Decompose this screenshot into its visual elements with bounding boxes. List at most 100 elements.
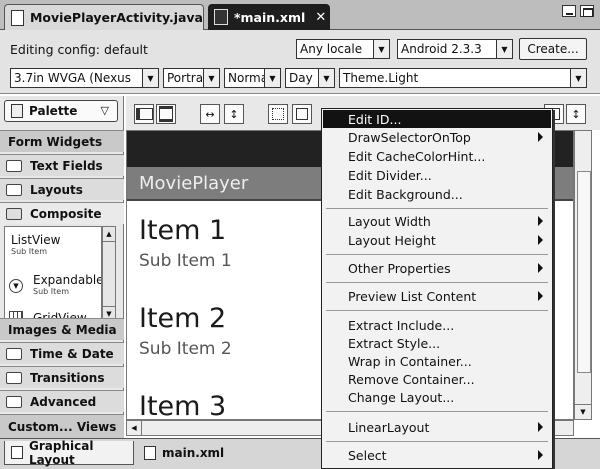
tab-main-xml[interactable]: *main.xml ✕ [208, 4, 330, 30]
xml-file-icon [214, 9, 228, 25]
close-icon[interactable]: ✕ [315, 10, 326, 25]
scroll-down-icon[interactable]: ▼ [575, 404, 591, 419]
density-select[interactable]: Norma ▼ [224, 68, 281, 88]
menu-item-label: Edit ID... [348, 111, 402, 127]
orientation-select[interactable]: Portra ▼ [163, 68, 220, 88]
editor-tab-strip: MoviePlayerActivity.java *main.xml ✕ [0, 0, 600, 30]
menu-item-remove-container[interactable]: Remove Container... [323, 370, 551, 388]
minimize-icon[interactable] [562, 5, 576, 17]
tab-main-xml-source[interactable]: main.xml [140, 441, 230, 465]
maximize-icon[interactable] [580, 5, 594, 17]
palette-category-time-date[interactable]: Time & Date [0, 342, 124, 364]
menu-item-edit-id[interactable]: Edit ID... [323, 110, 551, 128]
widget-expandable-listview[interactable]: ▼ Expandable Sub Item [9, 273, 101, 296]
folder-icon [6, 395, 22, 408]
editing-config-label: Editing config: default [10, 42, 148, 57]
java-file-icon [11, 9, 24, 26]
locale-select[interactable]: Any locale ▼ [296, 39, 390, 59]
palette-category-layouts[interactable]: Layouts [0, 178, 124, 200]
menu-item-label: Wrap in Container... [348, 353, 472, 369]
menu-separator [326, 411, 548, 412]
chevron-down-icon: ▼ [570, 69, 586, 87]
chevron-down-icon: ▼ [496, 40, 512, 58]
layout-horizontal-icon[interactable] [134, 104, 154, 124]
palette-panel: Palette ▽ Form Widgets Text Fields Layou… [0, 96, 124, 438]
widget-label: ListView [11, 233, 61, 247]
submenu-arrow-icon [538, 450, 543, 460]
menu-item-label: Edit CacheColorHint... [348, 148, 486, 164]
device-value: 3.7in WVGA (Nexus [14, 71, 132, 85]
palette-category-advanced[interactable]: Advanced [0, 390, 124, 412]
fill-height-icon[interactable]: ↕ [224, 104, 244, 124]
fill-width-icon[interactable]: ↔ [200, 104, 220, 124]
widget-sublabel: Sub Item [11, 247, 47, 256]
list-item-title: Item 3 [139, 391, 227, 420]
scroll-left-icon[interactable]: ◀ [127, 421, 142, 435]
scroll-up-icon[interactable]: ▲ [103, 227, 115, 242]
theme-select[interactable]: Theme.Light ▼ [339, 68, 587, 88]
create-config-button[interactable]: Create... [519, 38, 587, 60]
scroll-thumb[interactable] [577, 171, 591, 373]
submenu-arrow-icon [538, 291, 543, 301]
chevron-down-icon: ▼ [142, 69, 158, 87]
menu-separator [326, 310, 548, 311]
palette-category-composite[interactable]: Composite [0, 202, 124, 224]
menu-item-change-layout[interactable]: Change Layout... [323, 388, 551, 406]
locale-value: Any locale [300, 42, 363, 56]
menu-item-label: Layout Width [348, 213, 431, 229]
palette-icon [11, 104, 23, 118]
widget-listview[interactable]: ListView Sub Item [11, 233, 60, 256]
palette-category-images-media[interactable]: Images & Media [0, 318, 124, 340]
palette-category-form-widgets[interactable]: Form Widgets [0, 130, 124, 152]
menu-item-preview-list-content[interactable]: Preview List Content [323, 287, 551, 305]
android-version-select[interactable]: Android 2.3.3 ▼ [397, 39, 513, 59]
menu-item-label: LinearLayout [348, 419, 430, 435]
tab-movieplayeractivity-java[interactable]: MoviePlayerActivity.java [4, 4, 204, 30]
resize-vertical-icon[interactable]: ↕ [566, 104, 586, 124]
chevron-down-icon: ▼ [203, 69, 219, 87]
canvas-vertical-scrollbar[interactable]: ▼ [574, 130, 592, 420]
menu-item-draw-selector-on-top[interactable]: DrawSelectorOnTop [323, 128, 551, 146]
tab-label: *main.xml [234, 9, 306, 25]
mode-select[interactable]: Day ▼ [285, 68, 335, 88]
context-menu: Edit ID... DrawSelectorOnTop Edit CacheC… [321, 108, 553, 469]
margins-icon[interactable] [268, 104, 288, 124]
layout-icon [11, 446, 23, 459]
palette-scrollbar[interactable]: ▲ ▼ [102, 226, 116, 322]
menu-item-label: Edit Divider... [348, 167, 432, 183]
menu-item-extract-style[interactable]: Extract Style... [323, 334, 551, 352]
menu-item-edit-background[interactable]: Edit Background... [323, 185, 551, 203]
category-label: Images & Media [8, 322, 117, 337]
category-label: Text Fields [30, 158, 103, 173]
gravity-icon[interactable] [292, 104, 312, 124]
folder-icon [6, 183, 22, 196]
xml-file-icon [144, 446, 156, 460]
mode-value: Day [289, 71, 313, 85]
menu-item-wrap-in-container[interactable]: Wrap in Container... [323, 352, 551, 370]
menu-item-label: Remove Container... [348, 371, 475, 387]
menu-separator [326, 282, 548, 283]
menu-item-layout-width[interactable]: Layout Width [323, 212, 551, 230]
category-label: Time & Date [30, 346, 114, 361]
activity-title: MoviePlayer [139, 172, 249, 194]
expand-circle-icon: ▼ [9, 279, 23, 293]
tab-graphical-layout[interactable]: Graphical Layout [4, 439, 134, 467]
menu-item-layout-height[interactable]: Layout Height [323, 231, 551, 249]
menu-item-label: Extract Include... [348, 317, 455, 333]
config-bar: Editing config: default Any locale ▼ And… [0, 30, 600, 94]
menu-item-linearlayout[interactable]: LinearLayout [323, 418, 551, 436]
menu-item-select[interactable]: Select [323, 446, 551, 464]
palette-category-transitions[interactable]: Transitions [0, 366, 124, 388]
layout-vertical-icon[interactable] [156, 104, 176, 124]
menu-item-other-properties[interactable]: Other Properties [323, 259, 551, 277]
submenu-arrow-icon [538, 235, 543, 245]
device-select[interactable]: 3.7in WVGA (Nexus ▼ [10, 68, 159, 88]
palette-category-custom-views[interactable]: Custom... Views [0, 414, 124, 438]
category-label: Custom... Views [8, 419, 117, 434]
menu-item-edit-cache-color-hint[interactable]: Edit CacheColorHint... [323, 147, 551, 165]
palette-dropdown[interactable]: Palette ▽ [4, 100, 118, 122]
menu-item-edit-divider[interactable]: Edit Divider... [323, 166, 551, 184]
submenu-arrow-icon [538, 263, 543, 273]
menu-item-extract-include[interactable]: Extract Include... [323, 316, 551, 334]
palette-category-text-fields[interactable]: Text Fields [0, 154, 124, 176]
